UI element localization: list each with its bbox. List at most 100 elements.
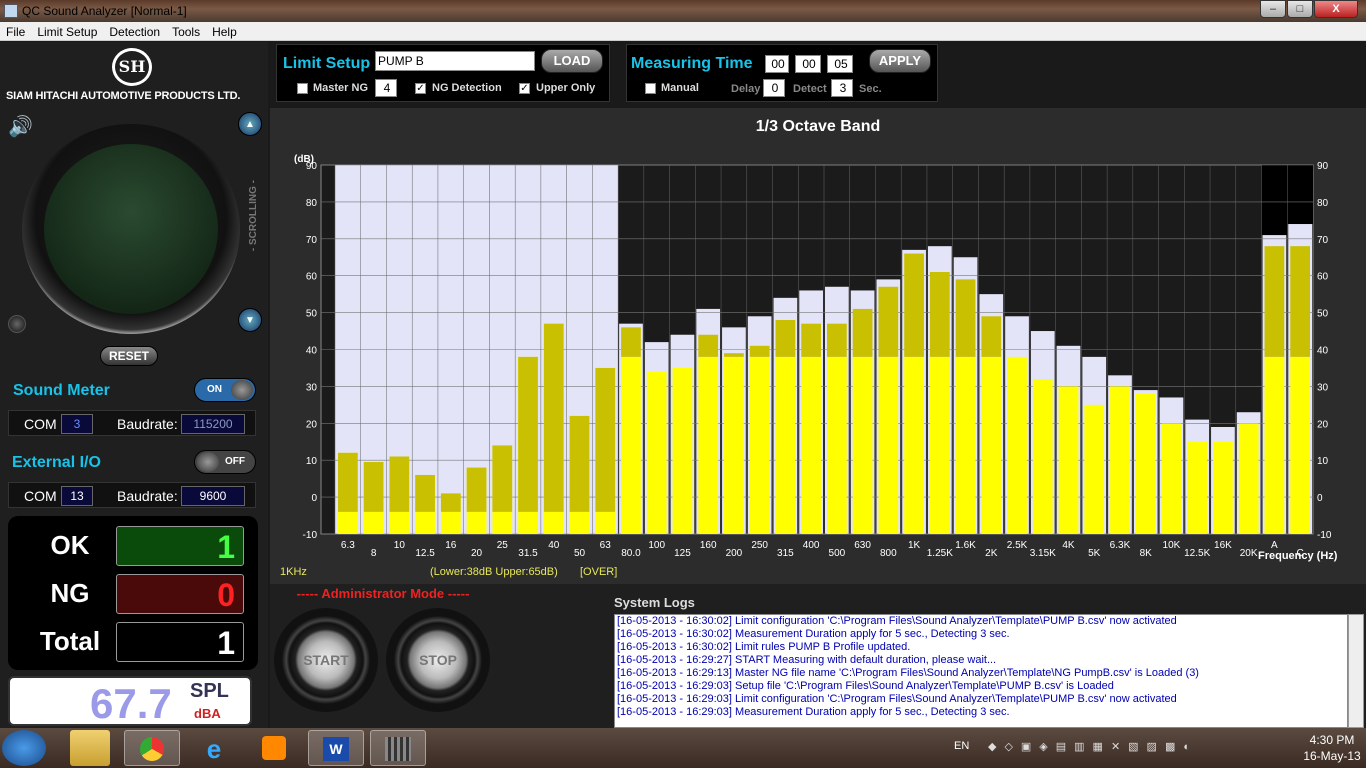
external-io-com-field[interactable]: 13 <box>61 486 93 506</box>
window-title: QC Sound Analyzer [Normal-1] <box>22 4 187 18</box>
level-bar-base <box>749 356 770 534</box>
level-bar-base <box>827 356 847 534</box>
app-window: QC Sound Analyzer [Normal-1] – □ X File L… <box>0 0 1366 768</box>
level-bar-base <box>1135 393 1156 534</box>
level-bar-base <box>904 356 924 534</box>
sound-meter-baud-field[interactable]: 115200 <box>181 414 245 434</box>
hours-field[interactable]: 00 <box>765 55 789 73</box>
toggle-state: ON <box>207 384 222 395</box>
external-io-toggle[interactable]: OFF <box>194 450 256 474</box>
master-ng-checkbox[interactable] <box>297 83 308 94</box>
ok-row: OK 1 <box>8 524 258 568</box>
y-tick-label-right: -10 <box>1317 530 1332 541</box>
external-io-com-row: COM 13 Baudrate: 9600 <box>8 482 256 508</box>
chrome-logo-icon <box>140 737 164 761</box>
menu-tools[interactable]: Tools <box>166 22 206 39</box>
maximize-button[interactable]: □ <box>1287 0 1313 18</box>
y-tick-label: 80 <box>306 198 318 209</box>
x-tick-label: 20K <box>1240 548 1258 559</box>
manual-label: Manual <box>661 82 699 94</box>
minimize-button[interactable]: – <box>1260 0 1286 18</box>
scroll-up-button[interactable]: ▲ <box>238 112 262 136</box>
internet-explorer-icon[interactable]: e <box>186 730 242 766</box>
menu-file[interactable]: File <box>0 22 31 39</box>
taskbar: e W EN ◆◇▣◈▤▥▦✕▧▨▩◐ 4:30 PM 16-May-13 <box>0 728 1366 768</box>
sound-meter-com-field[interactable]: 3 <box>61 414 93 434</box>
external-io-baud-field[interactable]: 9600 <box>181 486 245 506</box>
level-bar <box>1264 246 1285 357</box>
level-bar <box>492 445 513 512</box>
y-tick-label: 50 <box>306 309 318 320</box>
y-tick-label: 70 <box>306 235 318 246</box>
close-button[interactable]: X <box>1314 0 1358 18</box>
start-button[interactable]: START <box>274 608 378 712</box>
upper-only-checkbox[interactable]: ✓ <box>519 83 530 94</box>
seconds-field[interactable]: 05 <box>827 55 853 73</box>
result-counters: OK 1 NG 0 Total 1 <box>8 516 258 670</box>
level-bar <box>415 474 435 512</box>
x-tick-label: 2.5K <box>1007 540 1028 551</box>
x-tick-label: 80.0 <box>621 548 641 559</box>
delay-field[interactable]: 0 <box>763 79 785 97</box>
level-bar <box>878 286 899 357</box>
stop-button[interactable]: STOP <box>386 608 490 712</box>
toggle-state: OFF <box>225 456 245 467</box>
language-indicator[interactable]: EN <box>954 740 969 752</box>
media-player-icon[interactable] <box>246 730 302 766</box>
level-bar-base <box>1264 356 1285 534</box>
delay-label: Delay <box>731 83 761 95</box>
limit-profile-field[interactable]: PUMP B <box>375 51 535 71</box>
ng-detection-label: NG Detection <box>432 82 502 94</box>
sound-meter-com-row: COM 3 Baudrate: 115200 <box>8 410 256 436</box>
x-tick-label: 12.5 <box>415 548 435 559</box>
menu-limit-setup[interactable]: Limit Setup <box>31 22 103 39</box>
spl-value: 67.7 <box>90 680 172 727</box>
x-tick-label: 3.15K <box>1030 548 1056 559</box>
level-bar <box>852 308 873 357</box>
speaker-icon[interactable]: 🔊 <box>8 114 33 139</box>
x-tick-label: 6.3K <box>1110 540 1131 551</box>
load-button[interactable]: LOAD <box>541 49 603 73</box>
explorer-icon[interactable] <box>70 730 110 766</box>
windows-start-icon[interactable] <box>2 730 46 766</box>
x-tick-label: 12.5K <box>1184 548 1210 559</box>
level-bar <box>698 334 719 357</box>
level-bar <box>338 452 358 512</box>
level-bar-base <box>801 356 821 534</box>
x-tick-label: 2K <box>985 548 998 559</box>
minutes-field[interactable]: 00 <box>795 55 821 73</box>
sound-analyzer-task-icon[interactable] <box>370 730 426 766</box>
level-bar-base <box>981 356 1002 534</box>
x-tick-label: 50 <box>574 548 586 559</box>
ng-detection-checkbox[interactable]: ✓ <box>415 83 426 94</box>
tray-icons[interactable]: ◆◇▣◈▤▥▦✕▧▨▩◐ <box>988 740 1198 753</box>
sound-meter-toggle[interactable]: ON <box>194 378 256 402</box>
y-tick-label-right: 80 <box>1317 198 1329 209</box>
level-bar-base <box>1161 423 1182 534</box>
chrome-icon[interactable] <box>124 730 180 766</box>
log-line: [16-05-2013 - 16:29:13] Master NG file n… <box>617 667 1199 679</box>
y-tick-label-right: 20 <box>1317 419 1329 430</box>
level-bar-base <box>1238 423 1259 534</box>
word-icon[interactable]: W <box>308 730 364 766</box>
manual-checkbox[interactable] <box>645 83 656 94</box>
master-ng-field[interactable]: 4 <box>375 79 397 97</box>
baud-label: Baudrate: <box>117 416 178 432</box>
level-bar <box>363 462 384 512</box>
sound-meter-label: Sound Meter <box>13 382 110 399</box>
apply-button[interactable]: APPLY <box>869 49 931 73</box>
level-bar-base <box>1007 356 1027 534</box>
reset-button[interactable]: RESET <box>100 346 158 366</box>
clock[interactable]: 4:30 PM 16-May-13 <box>1300 732 1364 764</box>
level-bar <box>1290 246 1310 357</box>
ng-label: NG <box>50 578 90 608</box>
level-bar-base <box>1058 386 1079 534</box>
scroll-down-button[interactable]: ▼ <box>238 308 262 332</box>
log-scrollbar[interactable] <box>1348 614 1364 728</box>
level-bar <box>955 279 976 357</box>
company-logo: SH <box>112 48 152 86</box>
detect-field[interactable]: 3 <box>831 79 853 97</box>
menu-detection[interactable]: Detection <box>103 22 166 39</box>
menu-help[interactable]: Help <box>206 22 243 39</box>
y-tick-label-right: 50 <box>1317 309 1329 320</box>
